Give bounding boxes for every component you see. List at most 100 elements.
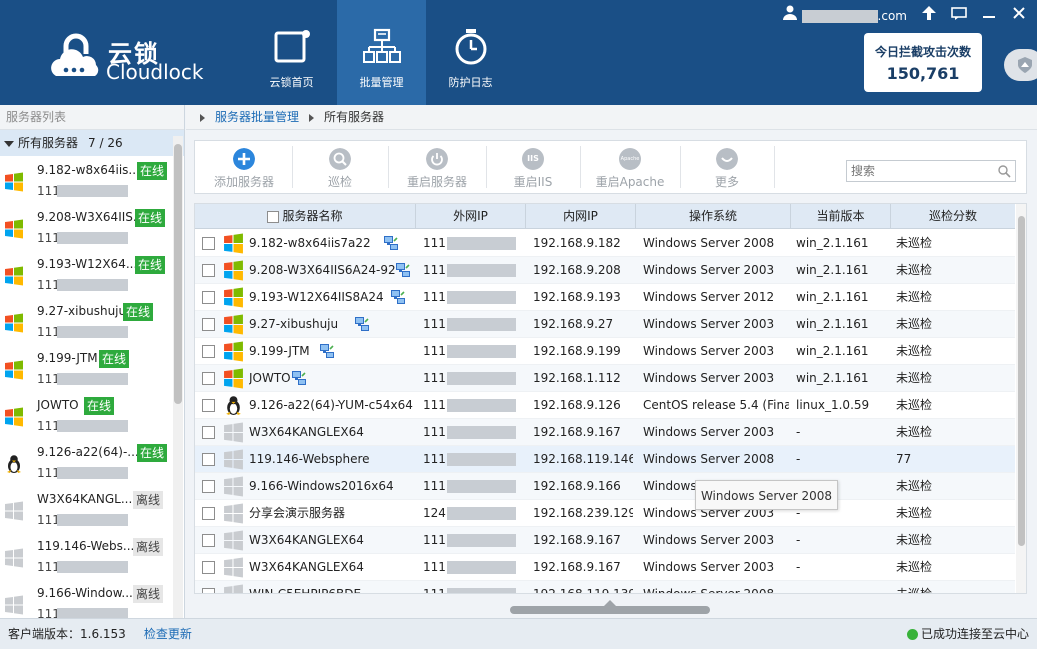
cell-lan-ip: 192.168.9.199 [533, 344, 621, 358]
table-row[interactable]: 9.126-a22(64)-YUM-c54x64 111. 192.168.9.12… [195, 392, 1015, 419]
row-checkbox[interactable] [202, 291, 215, 304]
restart-iis-button[interactable]: IIS 重启IIS [487, 141, 579, 193]
table-row[interactable]: 分享会演示服务器124.192.168.239.129Windows Serve… [195, 500, 1015, 527]
ip-redaction-mask [447, 237, 516, 250]
table-row[interactable]: 9.27-xibushuju 111. 192.168.9.27 Windows Se… [195, 311, 1015, 338]
row-checkbox[interactable] [202, 426, 215, 439]
sidebar-server-item[interactable]: 9.199-JTM 在线 111. [0, 344, 172, 391]
table-row[interactable]: WIN-C5EHPIP6BDE 111. 192.168.119.139 Window… [195, 581, 1015, 593]
cell-public-ip: 124. [423, 506, 447, 520]
minimize-icon[interactable] [981, 5, 997, 21]
sidebar-scrollbar[interactable] [173, 136, 183, 618]
table-row[interactable]: 9.166-Windows2016x64111.192.168.9.166Win… [195, 473, 1015, 500]
all-servers-group[interactable]: 所有服务器 7 / 26 [0, 130, 184, 156]
close-icon[interactable] [1011, 5, 1027, 21]
table-scrollbar[interactable] [1016, 204, 1026, 593]
cell-version: win_2.1.161 [796, 344, 869, 358]
row-checkbox[interactable] [202, 345, 215, 358]
ip-redaction-mask [57, 467, 128, 479]
row-checkbox[interactable] [202, 588, 215, 593]
cell-server-name: JOWTO [249, 371, 291, 385]
windows-icon [223, 341, 244, 362]
nav-log-label: 防护日志 [448, 76, 493, 89]
nav-home[interactable]: 云锁首页 [247, 0, 336, 105]
cell-version: win_2.1.161 [796, 371, 869, 385]
cell-server-name: 9.27-xibushuju [249, 317, 339, 331]
col-version[interactable]: 当前版本 [791, 204, 891, 229]
status-bar: 客户端版本：1.6.153 检查更新 已成功连接至云中心 [0, 618, 1037, 649]
row-checkbox[interactable] [202, 561, 215, 574]
sidebar-server-item[interactable]: 9.27-xibushuju 在线 111. [0, 297, 172, 344]
row-checkbox[interactable] [202, 372, 215, 385]
cell-os: Windows Server 2003 [643, 425, 775, 439]
search-box[interactable] [846, 160, 1016, 182]
horizontal-scrollbar[interactable] [510, 606, 710, 614]
breadcrumb-link[interactable]: 服务器批量管理 [215, 110, 299, 124]
table-row[interactable]: 119.146-Websphere 111. 192.168.119.146 Wind… [195, 446, 1015, 473]
table-header: 服务器名称 外网IP 内网IP 操作系统 当前版本 巡检分数 [195, 204, 1015, 229]
table-row[interactable]: W3X64KANGLEX64 111. 192.168.9.167 Windows S… [195, 527, 1015, 554]
sidebar-server-item[interactable]: 9.208-W3X64IIS... 在线 111. [0, 203, 172, 250]
windows-icon [223, 368, 244, 389]
table-scroll-thumb[interactable] [1018, 216, 1025, 546]
table-row[interactable]: 9.199-JTM111.192.168.9.199Windows Server… [195, 338, 1015, 365]
cell-lan-ip: 192.168.9.167 [533, 560, 621, 574]
ip-redaction-mask [447, 480, 516, 493]
sidebar-server-item[interactable]: 9.193-W12X64... 在线 111. [0, 250, 172, 297]
ip-redaction-mask [447, 291, 516, 304]
cell-version: win_2.1.161 [796, 317, 869, 331]
sidebar-server-item[interactable]: 119.146-Webs... 离线 111. [0, 532, 172, 579]
col-score[interactable]: 巡检分数 [891, 204, 1015, 229]
ip-redaction-mask [447, 588, 516, 593]
col-public-ip[interactable]: 外网IP [416, 204, 526, 229]
nav-batch-management[interactable]: 批量管理 [337, 0, 426, 105]
sidebar-scroll-thumb[interactable] [174, 144, 182, 404]
row-checkbox[interactable] [202, 453, 215, 466]
sidebar-server-item[interactable]: 9.126-a22(64)-... 在线 111. [0, 438, 172, 485]
col-os[interactable]: 操作系统 [636, 204, 791, 229]
row-checkbox[interactable] [202, 264, 215, 277]
add-server-button[interactable]: 添加服务器 [197, 141, 291, 193]
upgrade-arrow-icon[interactable] [921, 5, 937, 21]
restart-server-button[interactable]: 重启服务器 [389, 141, 485, 193]
table-row[interactable]: W3X64KANGLEX64 111. 192.168.9.167 Windows S… [195, 554, 1015, 581]
ip-redaction-mask [447, 507, 516, 520]
shield-button[interactable] [1004, 49, 1037, 81]
restart-apache-button[interactable]: Apache 重启Apache [581, 141, 679, 193]
sidebar-server-name: W3X64KANGL... [37, 492, 133, 506]
table-row[interactable]: JOWTO 111. 192.168.1.112 Windows Server 200… [195, 365, 1015, 392]
row-checkbox[interactable] [202, 534, 215, 547]
cell-score: 未巡检 [896, 425, 933, 439]
sidebar-server-item[interactable]: JOWTO 在线 111. [0, 391, 172, 438]
col-server-name[interactable]: 服务器名称 [195, 204, 416, 229]
search-icon[interactable] [997, 164, 1011, 178]
message-icon[interactable] [951, 5, 967, 21]
cell-public-ip: 111. [423, 398, 447, 412]
table-row[interactable]: 9.193-W12X64IIS8A24111.192.168.9.193Wind… [195, 284, 1015, 311]
more-button[interactable]: 更多 [681, 141, 773, 193]
table-row[interactable]: W3X64KANGLEX64 111. 192.168.9.167 Windows S… [195, 419, 1015, 446]
row-checkbox[interactable] [202, 237, 215, 250]
inspect-button[interactable]: 巡检 [293, 141, 387, 193]
row-checkbox[interactable] [202, 480, 215, 493]
sidebar-server-item[interactable]: W3X64KANGL... 离线 111. [0, 485, 172, 532]
agent-connected-icon [395, 262, 411, 278]
select-all-checkbox[interactable] [267, 210, 280, 223]
iis-icon: IIS [522, 148, 544, 170]
sidebar-server-item[interactable]: 9.182-w8x64iis... 在线 111. [0, 156, 172, 203]
row-checkbox[interactable] [202, 318, 215, 331]
check-update-link[interactable]: 检查更新 [144, 627, 192, 641]
nav-protection-log[interactable]: 防护日志 [426, 0, 515, 105]
row-checkbox[interactable] [202, 399, 215, 412]
windows-icon [4, 595, 24, 615]
search-input[interactable] [847, 161, 987, 181]
row-checkbox[interactable] [202, 507, 215, 520]
table-row[interactable]: 9.208-W3X64IIS6A24-92 111. 192.168.9.208 Wi… [195, 257, 1015, 284]
table-row[interactable]: 9.182-w8x64iis7a22111.192.168.9.182Windo… [195, 230, 1015, 257]
collapse-triangle-icon[interactable] [4, 140, 14, 147]
cell-public-ip: 111. [423, 560, 447, 574]
col-lan-ip[interactable]: 内网IP [526, 204, 636, 229]
ip-redaction-mask [57, 514, 128, 526]
cell-os: Windows Server 2003 [643, 560, 775, 574]
user-account[interactable]: .com [782, 4, 907, 23]
